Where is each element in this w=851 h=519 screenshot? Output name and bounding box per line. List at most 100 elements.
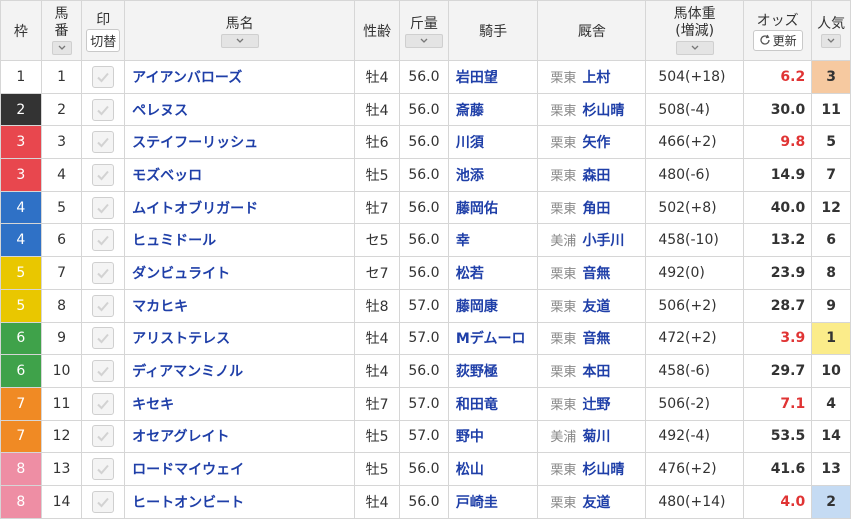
horse-name-link[interactable]: ステイフーリッシュ [124, 125, 356, 160]
trainer-link[interactable]: 辻野 [582, 397, 610, 413]
col-jockey[interactable]: 騎手 [447, 0, 539, 61]
jockey-link[interactable]: 岩田望 [447, 60, 539, 94]
jockey-link[interactable]: Mデムーロ [447, 321, 539, 356]
horse-name-link[interactable]: マカヒキ [124, 288, 356, 323]
col-bodyweight[interactable]: 馬体重 (増減) [645, 0, 745, 61]
popularity-rank: 10 [811, 354, 851, 388]
carried-weight: 56.0 [398, 452, 449, 486]
table-row: 8 13 ロードマイウェイ 牡5 56.0 松山 栗東 杉山晴 476(+2) 41.6 13 [0, 452, 851, 486]
sex-age: 牡8 [354, 288, 400, 323]
trainer-cell: 栗東 本田 [537, 354, 647, 388]
mark-cell [81, 125, 126, 160]
col-trainer[interactable]: 厩舎 [537, 0, 647, 61]
horse-number: 4 [40, 158, 83, 192]
mark-checkbox[interactable] [92, 131, 115, 154]
jockey-link[interactable]: 斎藤 [447, 92, 539, 127]
sex-age: 牡4 [354, 321, 400, 356]
trainer-link[interactable]: 杉山晴 [582, 462, 624, 478]
sort-chevron-icon[interactable] [220, 33, 259, 48]
trainer-link[interactable]: 矢作 [582, 135, 610, 151]
odds-value: 29.7 [743, 354, 813, 388]
horse-name-link[interactable]: ペレヌス [124, 92, 356, 127]
horse-name-link[interactable]: ディアマンミノル [124, 354, 356, 388]
trainer-link[interactable]: 菊川 [582, 429, 610, 445]
mark-checkbox[interactable] [92, 327, 115, 350]
horse-name-link[interactable]: アイアンバローズ [124, 60, 356, 94]
mark-checkbox[interactable] [92, 65, 115, 88]
mark-checkbox[interactable] [92, 98, 115, 121]
mark-toggle-button[interactable]: 切替 [86, 29, 121, 52]
trainer-link[interactable]: 角田 [582, 201, 610, 217]
col-name[interactable]: 馬名 [124, 0, 356, 61]
mark-checkbox[interactable] [92, 425, 115, 448]
trainer-link[interactable]: 友道 [582, 495, 610, 511]
col-odds-label: オッズ [756, 13, 799, 29]
jockey-link[interactable]: 野中 [447, 419, 539, 454]
trainer-cell: 美浦 菊川 [537, 419, 647, 454]
jockey-link[interactable]: 戸崎圭 [447, 484, 539, 519]
table-body: 1 1 アイアンバローズ 牡4 56.0 岩田望 栗東 上村 504(+18) 6.2 3 2 2 ペレヌ… [0, 60, 851, 519]
trainer-link[interactable]: 友道 [582, 299, 610, 315]
trainer-link[interactable]: 本田 [582, 364, 610, 380]
col-sexage[interactable]: 性齢 [354, 0, 400, 61]
trainer-region: 栗東 [550, 365, 577, 381]
trainer-link[interactable]: 杉山晴 [582, 103, 624, 119]
col-odds: オッズ 更新 [743, 0, 813, 61]
jockey-link[interactable]: 松若 [447, 256, 539, 290]
sort-chevron-icon[interactable] [51, 40, 72, 55]
trainer-link[interactable]: 音無 [582, 331, 610, 347]
horse-name-link[interactable]: アリストテレス [124, 321, 356, 356]
mark-checkbox[interactable] [92, 392, 115, 415]
jockey-link[interactable]: 幸 [447, 223, 539, 258]
sort-chevron-icon[interactable] [675, 40, 714, 55]
mark-checkbox[interactable] [92, 261, 115, 284]
sort-chevron-icon[interactable] [404, 33, 443, 48]
frame-number: 8 [0, 484, 42, 519]
mark-checkbox[interactable] [92, 163, 115, 186]
horse-name-link[interactable]: オセアグレイト [124, 419, 356, 454]
carried-weight: 56.0 [398, 354, 449, 388]
jockey-link[interactable]: 藤岡康 [447, 288, 539, 323]
mark-checkbox[interactable] [92, 360, 115, 383]
trainer-link[interactable]: 音無 [582, 266, 610, 282]
col-weight[interactable]: 斤量 [398, 0, 449, 61]
trainer-link[interactable]: 小手川 [582, 233, 624, 249]
jockey-link[interactable]: 川須 [447, 125, 539, 160]
table-row: 8 14 ヒートオンビート 牡4 56.0 戸崎圭 栗東 友道 480(+14) 4.0 2 [0, 484, 851, 519]
jockey-link[interactable]: 松山 [447, 452, 539, 486]
col-umaban[interactable]: 馬 番 [40, 0, 83, 61]
horse-number: 8 [40, 288, 83, 323]
trainer-link[interactable]: 森田 [582, 168, 610, 184]
col-bodyweight-label-2: (増減) [675, 22, 715, 39]
horse-name-link[interactable]: ヒュミドール [124, 223, 356, 258]
odds-refresh-button[interactable]: 更新 [752, 30, 803, 51]
trainer-region: 栗東 [550, 70, 577, 86]
col-popularity[interactable]: 人気 [811, 0, 851, 61]
jockey-link[interactable]: 藤岡佑 [447, 190, 539, 225]
body-weight: 458(-10) [645, 223, 745, 258]
mark-checkbox[interactable] [92, 294, 115, 317]
horse-name-link[interactable]: ダンビュライト [124, 256, 356, 290]
mark-cell [81, 60, 126, 94]
body-weight: 506(+2) [645, 288, 745, 323]
horse-name-link[interactable]: キセキ [124, 386, 356, 421]
horse-name-link[interactable]: モズベッロ [124, 158, 356, 192]
sort-chevron-icon[interactable] [821, 33, 842, 48]
frame-number: 3 [0, 158, 42, 192]
col-waku[interactable]: 枠 [0, 0, 42, 61]
trainer-link[interactable]: 上村 [582, 70, 610, 86]
horse-name-link[interactable]: ムイトオブリガード [124, 190, 356, 225]
sex-age: 牡4 [354, 484, 400, 519]
horse-name-link[interactable]: ロードマイウェイ [124, 452, 356, 486]
mark-checkbox[interactable] [92, 490, 115, 513]
popularity-rank: 14 [811, 419, 851, 454]
jockey-link[interactable]: 和田竜 [447, 386, 539, 421]
horse-name-link[interactable]: ヒートオンビート [124, 484, 356, 519]
carried-weight: 56.0 [398, 223, 449, 258]
odds-value: 30.0 [743, 92, 813, 127]
mark-checkbox[interactable] [92, 229, 115, 252]
mark-checkbox[interactable] [92, 196, 115, 219]
jockey-link[interactable]: 荻野極 [447, 354, 539, 388]
jockey-link[interactable]: 池添 [447, 158, 539, 192]
mark-checkbox[interactable] [92, 458, 115, 481]
